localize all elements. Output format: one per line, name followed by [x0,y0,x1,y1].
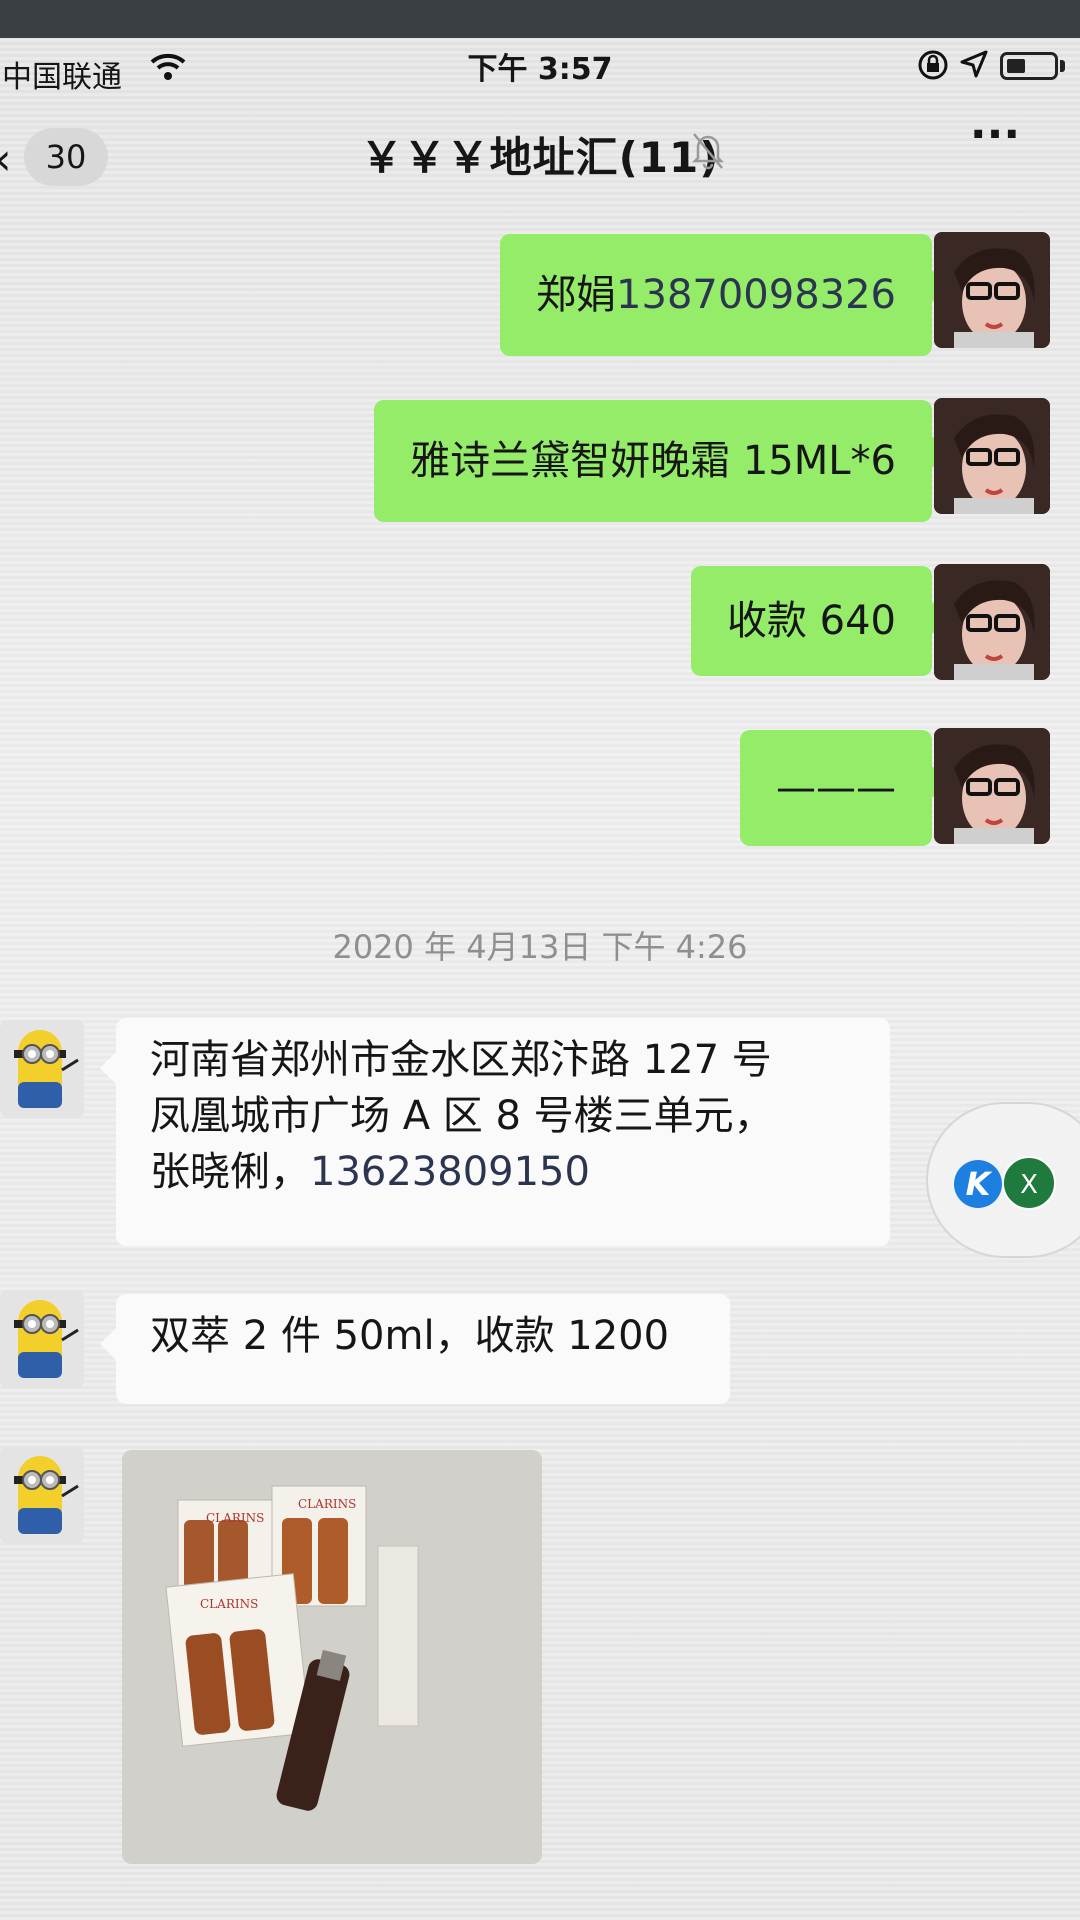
x-app-icon[interactable]: X [1002,1156,1056,1210]
chat-title: ￥￥￥地址汇(11) [360,133,720,182]
brand-text: CLARINS [200,1597,258,1611]
avatar-self[interactable] [934,398,1050,514]
mute-bell-icon [690,130,726,174]
address-line: 凤凰城市广场 A 区 8 号楼三单元， [150,1093,774,1139]
message-text: 郑娟 [536,272,617,318]
status-bar: 中国联通 下午 3:57 [0,38,1080,108]
avatar-self[interactable] [934,564,1050,680]
floating-widget[interactable]: K X [926,1102,1080,1258]
chat-header: ‹ 30 ￥￥￥地址汇(11) ··· [0,108,1080,212]
message-bubble-outgoing[interactable]: 雅诗兰黛智妍晚霜 15ML*6 [374,400,948,522]
battery-cap [1060,60,1065,72]
message-text: ——— [776,765,896,811]
product-photo-message[interactable]: CLARINS CLARINS CLARINS [122,1450,542,1864]
message-timestamp: 2020 年 4月13日 下午 4:26 [332,928,748,966]
avatar-self[interactable] [934,728,1050,844]
k-app-icon[interactable]: K [954,1160,1002,1208]
phone-number-link[interactable]: 13623809150 [310,1149,590,1195]
message-bubble-incoming[interactable]: 双萃 2 件 50ml，收款 1200 [100,1294,730,1404]
more-options-button[interactable]: ··· [960,113,1030,170]
avatar-minion[interactable] [0,1020,84,1118]
brand-text: CLARINS [206,1511,264,1525]
rotation-lock-icon [916,48,950,86]
message-text: 收款 640 [726,598,896,644]
brand-text: CLARINS [298,1497,356,1511]
address-line: 河南省郑州市金水区郑汴路 127 号 [150,1037,772,1083]
battery-icon [1000,52,1058,80]
message-bubble-outgoing[interactable]: ——— [740,730,948,846]
contact-name: 张晓俐， [150,1149,310,1195]
message-text: 双萃 2 件 50ml，收款 1200 [150,1313,670,1359]
message-bubble-outgoing[interactable]: 收款 640 [690,566,949,676]
avatar-self[interactable] [934,232,1050,348]
phone-number-link[interactable]: 13870098326 [616,270,896,320]
avatar-minion[interactable] [0,1446,84,1544]
message-text: 雅诗兰黛智妍晚霜 15ML*6 [410,438,896,484]
avatar-minion[interactable] [0,1290,84,1388]
message-bubble-outgoing[interactable]: 郑娟 13870098326 [500,234,948,356]
message-bubble-incoming[interactable]: 河南省郑州市金水区郑汴路 127 号 凤凰城市广场 A 区 8 号楼三单元， 张… [100,1018,890,1246]
location-icon [958,48,990,84]
device-bezel [0,0,1080,38]
